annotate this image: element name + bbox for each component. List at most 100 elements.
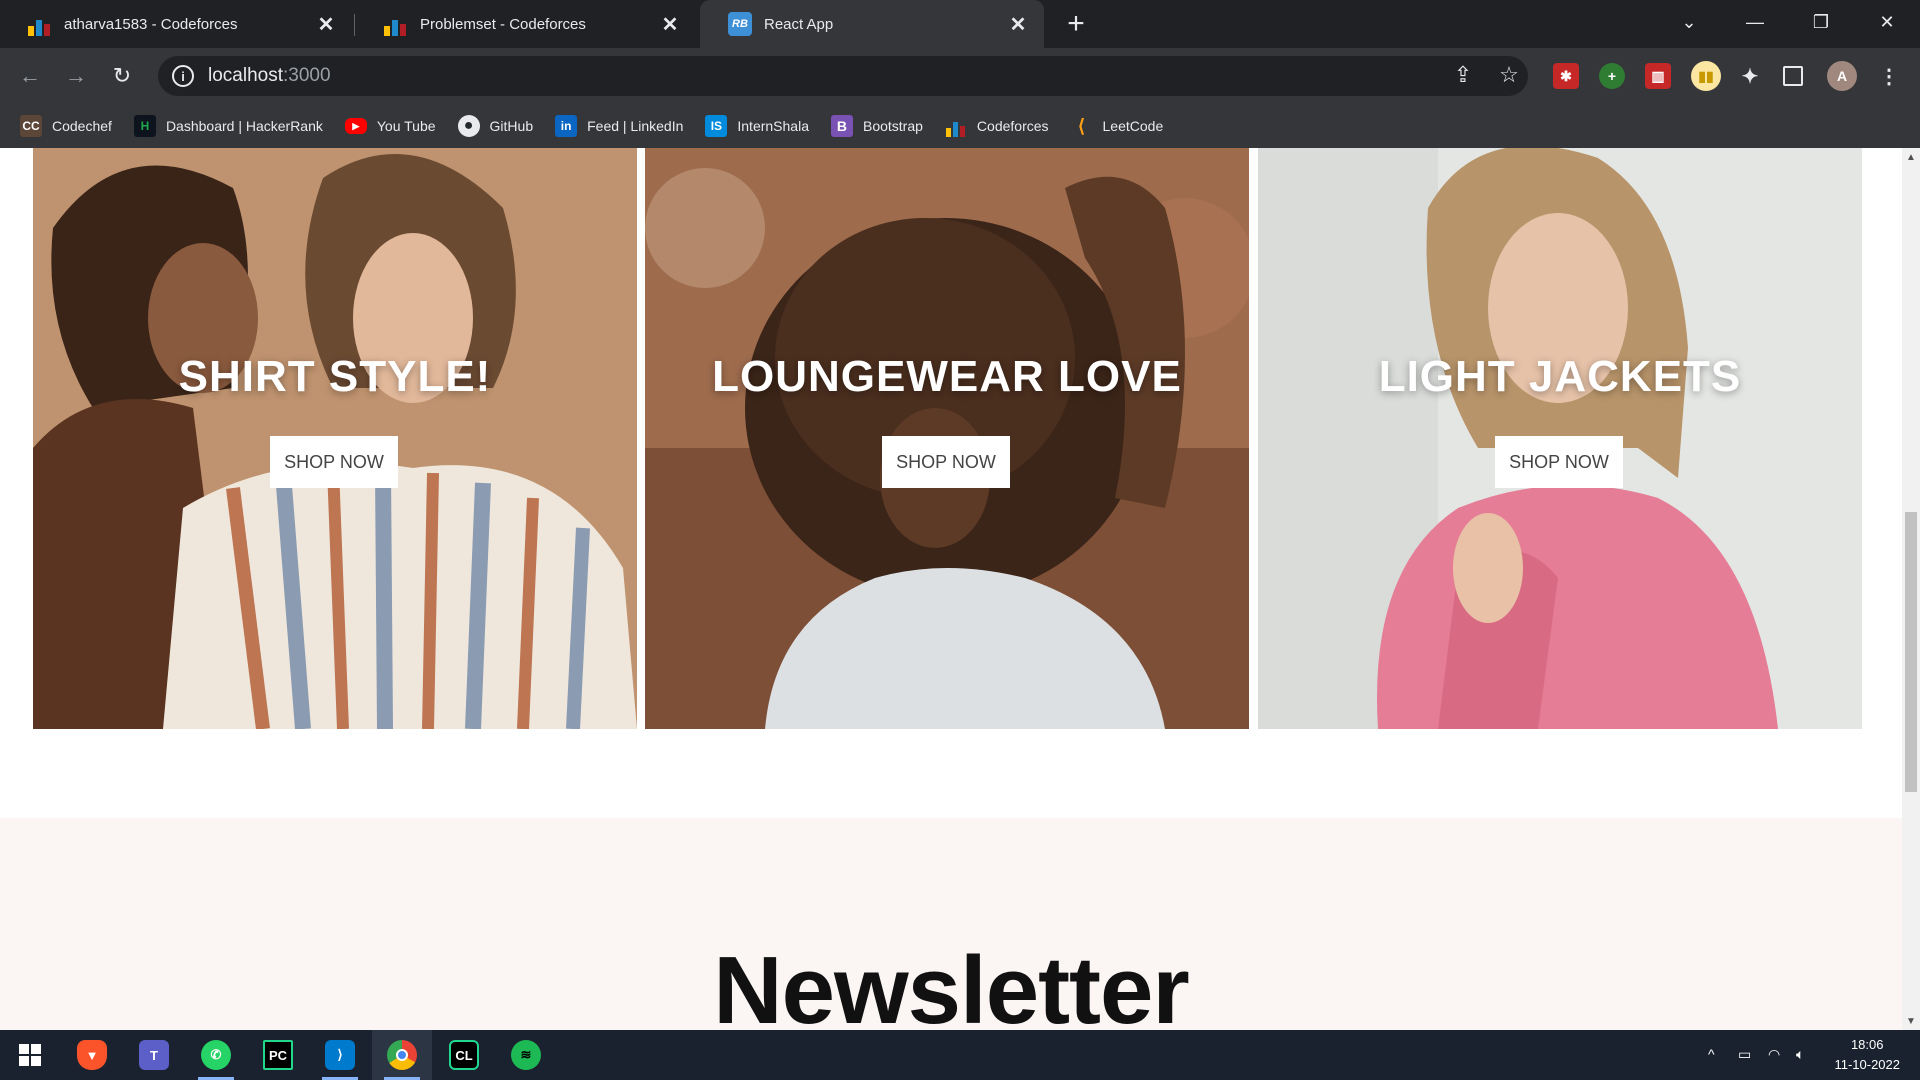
shop-now-button[interactable]: SHOP NOW	[1495, 436, 1623, 488]
back-button[interactable]: ←	[14, 60, 46, 92]
restore-button[interactable]: ❐	[1788, 0, 1854, 44]
taskbar-vscode[interactable]: ⟩	[310, 1030, 370, 1080]
tab-title: Problemset - Codeforces	[420, 15, 586, 33]
tab-title: atharva1583 - Codeforces	[64, 15, 238, 33]
address-bar[interactable]: i localhost:3000	[158, 56, 1528, 96]
profile-avatar[interactable]: A	[1827, 61, 1857, 91]
windows-logo-icon	[19, 1044, 41, 1066]
bookmark-label: LeetCode	[1102, 118, 1164, 134]
taskbar-clock[interactable]: 18:06 11-10-2022	[1834, 1035, 1900, 1075]
bookmark-label: You Tube	[376, 118, 436, 134]
bookmark-label: Feed | LinkedIn	[587, 118, 684, 134]
scroll-up-icon[interactable]: ▲	[1902, 148, 1920, 166]
close-icon[interactable]: ✕	[314, 12, 338, 36]
react-icon: RB	[728, 12, 752, 36]
bookmark-youtube[interactable]: ▶ You Tube	[344, 118, 436, 134]
taskbar-brave[interactable]: ▼	[62, 1030, 122, 1080]
bookmark-star-icon[interactable]: ☆	[1494, 60, 1524, 90]
minimize-button[interactable]: —	[1722, 0, 1788, 44]
windows-start-button[interactable]	[0, 1030, 60, 1080]
vscode-icon: ⟩	[325, 1040, 355, 1070]
codechef-icon: CC	[20, 115, 42, 137]
clion-icon: CL	[449, 1040, 479, 1070]
taskbar-pycharm[interactable]: PC	[248, 1030, 308, 1080]
bookmark-internshala[interactable]: IS InternShala	[705, 115, 809, 137]
internshala-icon: IS	[705, 115, 728, 137]
windows-taskbar: ▼ T ✆ PC ⟩ CL ≋ ^ ▭ ◠ 🔈︎ 18:06 11-10-202…	[0, 1030, 1920, 1080]
taskbar-clion[interactable]: CL	[434, 1030, 494, 1080]
hackerrank-icon: H	[133, 115, 156, 137]
spotify-icon: ≋	[511, 1040, 541, 1070]
tab-codeforces-profile[interactable]: atharva1583 - Codeforces ✕	[0, 0, 352, 48]
bookmark-label: Codeforces	[976, 118, 1049, 134]
share-icon[interactable]: ⇪	[1448, 60, 1478, 90]
bookmark-bootstrap[interactable]: B Bootstrap	[830, 115, 923, 137]
bookmark-codeforces[interactable]: Codeforces	[945, 115, 1049, 137]
side-panel-icon[interactable]	[1783, 66, 1803, 86]
forward-button[interactable]: →	[60, 60, 92, 92]
tab-title: React App	[764, 15, 834, 33]
newsletter-title: Newsletter	[713, 937, 1190, 1030]
taskbar-teams[interactable]: T	[124, 1030, 184, 1080]
tab-problemset[interactable]: Problemset - Codeforces ✕	[356, 0, 696, 48]
category-card-shirts[interactable]: SHIRT STYLE! SHOP NOW	[33, 148, 637, 729]
extension-red-icon[interactable]: ▥	[1645, 63, 1671, 89]
linkedin-icon: in	[555, 115, 578, 137]
extension-yellow-icon[interactable]: ▮▮	[1691, 61, 1721, 91]
bookmark-codechef[interactable]: CC Codechef	[20, 115, 112, 137]
extension-icon[interactable]: ✱	[1553, 63, 1579, 89]
codeforces-icon	[945, 115, 967, 137]
page-scrollbar[interactable]: ▲ ▼	[1902, 148, 1920, 1030]
scrollbar-thumb[interactable]	[1905, 512, 1917, 792]
bookmark-linkedin[interactable]: in Feed | LinkedIn	[555, 115, 683, 137]
site-info-icon[interactable]: i	[172, 65, 194, 87]
close-window-button[interactable]: ✕	[1854, 0, 1920, 44]
close-icon[interactable]: ✕	[658, 12, 682, 36]
clock-date: 11-10-2022	[1834, 1057, 1900, 1072]
tab-strip: atharva1583 - Codeforces ✕ Problemset - …	[0, 0, 1920, 48]
bookmark-leetcode[interactable]: ⟨ LeetCode	[1071, 115, 1164, 137]
codeforces-icon	[28, 12, 52, 36]
category-card-loungewear[interactable]: LOUNGEWEAR LOVE SHOP NOW	[645, 148, 1249, 729]
shop-now-button[interactable]: SHOP NOW	[882, 436, 1010, 488]
bookmark-label: Bootstrap	[862, 118, 923, 134]
extension-plus-icon[interactable]: +	[1599, 63, 1625, 89]
shop-now-button[interactable]: SHOP NOW	[270, 436, 398, 488]
github-icon: ●	[457, 115, 480, 137]
card-heading: SHIRT STYLE!	[178, 352, 492, 401]
card-heading: LIGHT JACKETS	[1378, 352, 1742, 401]
codeforces-icon	[384, 12, 408, 36]
bookmarks-bar: CC Codechef H Dashboard | HackerRank ▶ You …	[0, 104, 1920, 148]
taskbar-whatsapp[interactable]: ✆	[186, 1030, 246, 1080]
bootstrap-icon: B	[830, 115, 853, 137]
bookmark-label: GitHub	[489, 118, 534, 134]
youtube-icon: ▶	[344, 118, 367, 134]
pycharm-icon: PC	[263, 1040, 293, 1070]
new-tab-button[interactable]: +	[1058, 6, 1094, 42]
tab-search-icon[interactable]: ⌄	[1656, 0, 1722, 44]
wifi-icon[interactable]: ◠	[1768, 1046, 1780, 1063]
tab-react-app[interactable]: RB React App ✕	[700, 0, 1044, 48]
taskbar-chrome[interactable]	[372, 1030, 432, 1080]
extensions-puzzle-icon[interactable]: ✦	[1737, 63, 1763, 89]
card-heading: LOUNGEWEAR LOVE	[712, 352, 1182, 401]
battery-icon[interactable]: ▭	[1738, 1046, 1751, 1063]
reload-button[interactable]: ↻	[106, 60, 138, 92]
teams-icon: T	[139, 1040, 169, 1070]
category-card-jackets[interactable]: LIGHT JACKETS SHOP NOW	[1258, 148, 1862, 729]
brave-icon: ▼	[77, 1040, 107, 1070]
volume-icon[interactable]: 🔈︎	[1796, 1046, 1804, 1063]
chrome-icon	[387, 1040, 417, 1070]
tray-chevron-icon[interactable]: ^	[1708, 1046, 1715, 1062]
tab-separator	[354, 14, 355, 36]
bookmark-github[interactable]: ● GitHub	[457, 115, 534, 137]
taskbar-spotify[interactable]: ≋	[496, 1030, 556, 1080]
bookmark-label: Dashboard | HackerRank	[165, 118, 323, 134]
close-icon[interactable]: ✕	[1006, 12, 1030, 36]
bookmark-label: Codechef	[52, 118, 112, 134]
bookmark-label: InternShala	[737, 118, 809, 134]
bookmark-hackerrank[interactable]: H Dashboard | HackerRank	[133, 115, 323, 137]
menu-kebab-icon[interactable]: ⋮	[1876, 63, 1902, 89]
leetcode-icon: ⟨	[1078, 115, 1086, 136]
scroll-down-icon[interactable]: ▼	[1902, 1012, 1920, 1030]
